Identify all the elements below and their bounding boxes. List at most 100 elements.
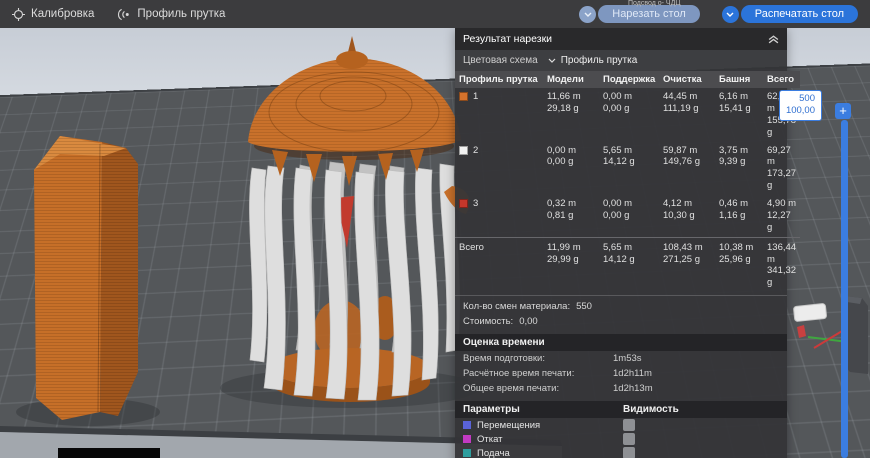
cell-support: 5,65 m 14,12 g: [599, 142, 659, 196]
params-label: Параметры: [463, 404, 623, 415]
cell-flush: 59,87 m 149,76 g: [659, 142, 715, 196]
layer-slider-tooltip: 500 100,00: [779, 90, 822, 121]
panel-header: Результат нарезки: [455, 28, 787, 50]
origin-marker: [797, 325, 806, 338]
cell-tower: 0,46 m 1,16 g: [715, 195, 763, 237]
calibration-button[interactable]: Калибровка: [12, 8, 94, 21]
panel-title: Результат нарезки: [463, 33, 768, 45]
cell-total: 69,27 m 173,27 g: [763, 142, 800, 196]
cell-total: 136,44 m 341,32 g: [763, 237, 800, 293]
material-changes-value: 550: [576, 301, 592, 312]
column-header-total: Всего: [763, 71, 800, 88]
layer-slider-track[interactable]: [841, 120, 848, 458]
time-label: Общее время печати:: [463, 383, 613, 394]
material-changes-label: Кол-во смен материала:: [463, 301, 570, 312]
legend-swatch: [463, 449, 471, 457]
filament-row-label: 2: [455, 142, 543, 196]
cell-tower: 10,38 m 25,96 g: [715, 237, 763, 293]
cell-models: 0,32 m 0,81 g: [543, 195, 599, 237]
cell-models: 0,00 m 0,00 g: [543, 142, 599, 196]
legend-row-unretract: Подача: [455, 446, 787, 458]
total-label: Всего: [455, 237, 543, 293]
prime-pad: [793, 303, 826, 321]
plus-icon: +: [839, 103, 847, 118]
slice-dropdown-button[interactable]: [579, 6, 596, 23]
print-plate-button[interactable]: Распечатать стол: [741, 5, 858, 23]
cell-models: 11,99 m 29,99 g: [543, 237, 599, 293]
time-row-total: Общее время печати: 1d2h13m: [455, 381, 787, 396]
visibility-checkbox[interactable]: [623, 419, 635, 431]
time-value: 1d2h11m: [613, 368, 652, 379]
slice-result-panel: Результат нарезки Цветовая схема Профиль…: [455, 28, 787, 458]
legend-label: Откат: [477, 434, 503, 445]
color-scheme-value: Профиль прутка: [561, 55, 638, 66]
bottom-dark-strip: [58, 448, 160, 458]
time-label: Расчётное время печати:: [463, 368, 613, 379]
model-orange-tower[interactable]: [34, 136, 138, 420]
visibility-label: Видимость: [623, 404, 679, 415]
filament-swatch: [459, 146, 468, 155]
calibration-label: Калибровка: [31, 8, 94, 20]
filament-number: 3: [473, 198, 478, 210]
print-dropdown-button[interactable]: [722, 6, 739, 23]
time-section-header: Оценка времени: [455, 334, 787, 351]
legend-label: Подача: [477, 448, 510, 458]
spool-icon: [116, 8, 131, 21]
window-title-fragment: Подсвод о- ЧДЦ: [628, 0, 681, 8]
column-header-models: Модели: [543, 71, 599, 88]
filament-number: 2: [473, 145, 478, 157]
chevron-down-icon: [548, 58, 556, 63]
cell-support: 0,00 m 0,00 g: [599, 88, 659, 142]
collapse-panel-button[interactable]: [768, 35, 779, 44]
cell-support: 5,65 m 14,12 g: [599, 237, 659, 293]
calibration-icon: [12, 8, 25, 21]
time-row-prepare: Время подготовки: 1m53s: [455, 351, 787, 366]
layer-slider-handle[interactable]: +: [835, 103, 851, 119]
cost-label: Стоимость:: [463, 316, 513, 327]
filament-swatch: [459, 92, 468, 101]
cell-tower: 6,16 m 15,41 g: [715, 88, 763, 142]
column-header-tower: Башня: [715, 71, 763, 88]
visibility-checkbox[interactable]: [623, 433, 635, 445]
color-scheme-label: Цветовая схема: [463, 55, 538, 66]
legend-label: Перемещения: [477, 420, 540, 431]
filament-profile-button[interactable]: Профиль прутка: [116, 8, 225, 21]
legend-swatch: [463, 421, 471, 429]
layer-number: 500: [786, 93, 815, 105]
top-toolbar: Калибровка Профиль прутка Подсвод о- ЧДЦ…: [0, 0, 870, 28]
total-row: Всего 11,99 m 29,99 g 5,65 m 14,12 g 108…: [455, 237, 787, 293]
column-header-support: Поддержка: [599, 71, 659, 88]
legend-row-retract: Откат: [455, 432, 787, 446]
filament-swatch: [459, 199, 468, 208]
chevron-down-icon: [584, 12, 592, 17]
filament-profile-label: Профиль прутка: [137, 8, 225, 20]
double-chevron-up-icon: [768, 35, 779, 44]
cell-support: 0,00 m 0,00 g: [599, 195, 659, 237]
color-scheme-dropdown[interactable]: Профиль прутка: [548, 55, 638, 66]
cost-row: Стоимость: 0,00: [455, 314, 787, 329]
params-header: Параметры Видимость: [455, 401, 787, 418]
time-value: 1d2h13m: [613, 383, 653, 394]
visibility-checkbox[interactable]: [623, 447, 635, 458]
column-header-flush: Очистка: [659, 71, 715, 88]
filament-table: Профиль прутка Модели Поддержка Очистка …: [455, 71, 787, 237]
cell-flush: 108,43 m 271,25 g: [659, 237, 715, 293]
legend-row-travel: Перемещения: [455, 418, 787, 432]
cell-models: 11,66 m 29,18 g: [543, 88, 599, 142]
time-row-estimated: Расчётное время печати: 1d2h11m: [455, 366, 787, 381]
time-label: Время подготовки:: [463, 353, 613, 364]
cost-value: 0,00: [519, 316, 538, 327]
model-main-object[interactable]: [248, 36, 470, 402]
filament-row-label: 1: [455, 88, 543, 142]
filament-row-label: 3: [455, 195, 543, 237]
material-changes-row: Кол-во смен материала: 550: [455, 295, 787, 314]
cell-tower: 3,75 m 9,39 g: [715, 142, 763, 196]
color-scheme-row: Цветовая схема Профиль прутка: [455, 50, 787, 71]
time-value: 1m53s: [613, 353, 642, 364]
cell-flush: 44,45 m 111,19 g: [659, 88, 715, 142]
side-object[interactable]: [845, 296, 868, 374]
cell-flush: 4,12 m 10,30 g: [659, 195, 715, 237]
filament-number: 1: [473, 91, 478, 103]
layer-height: 100,00: [786, 105, 815, 117]
cell-total: 4,90 m 12,27 g: [763, 195, 800, 237]
